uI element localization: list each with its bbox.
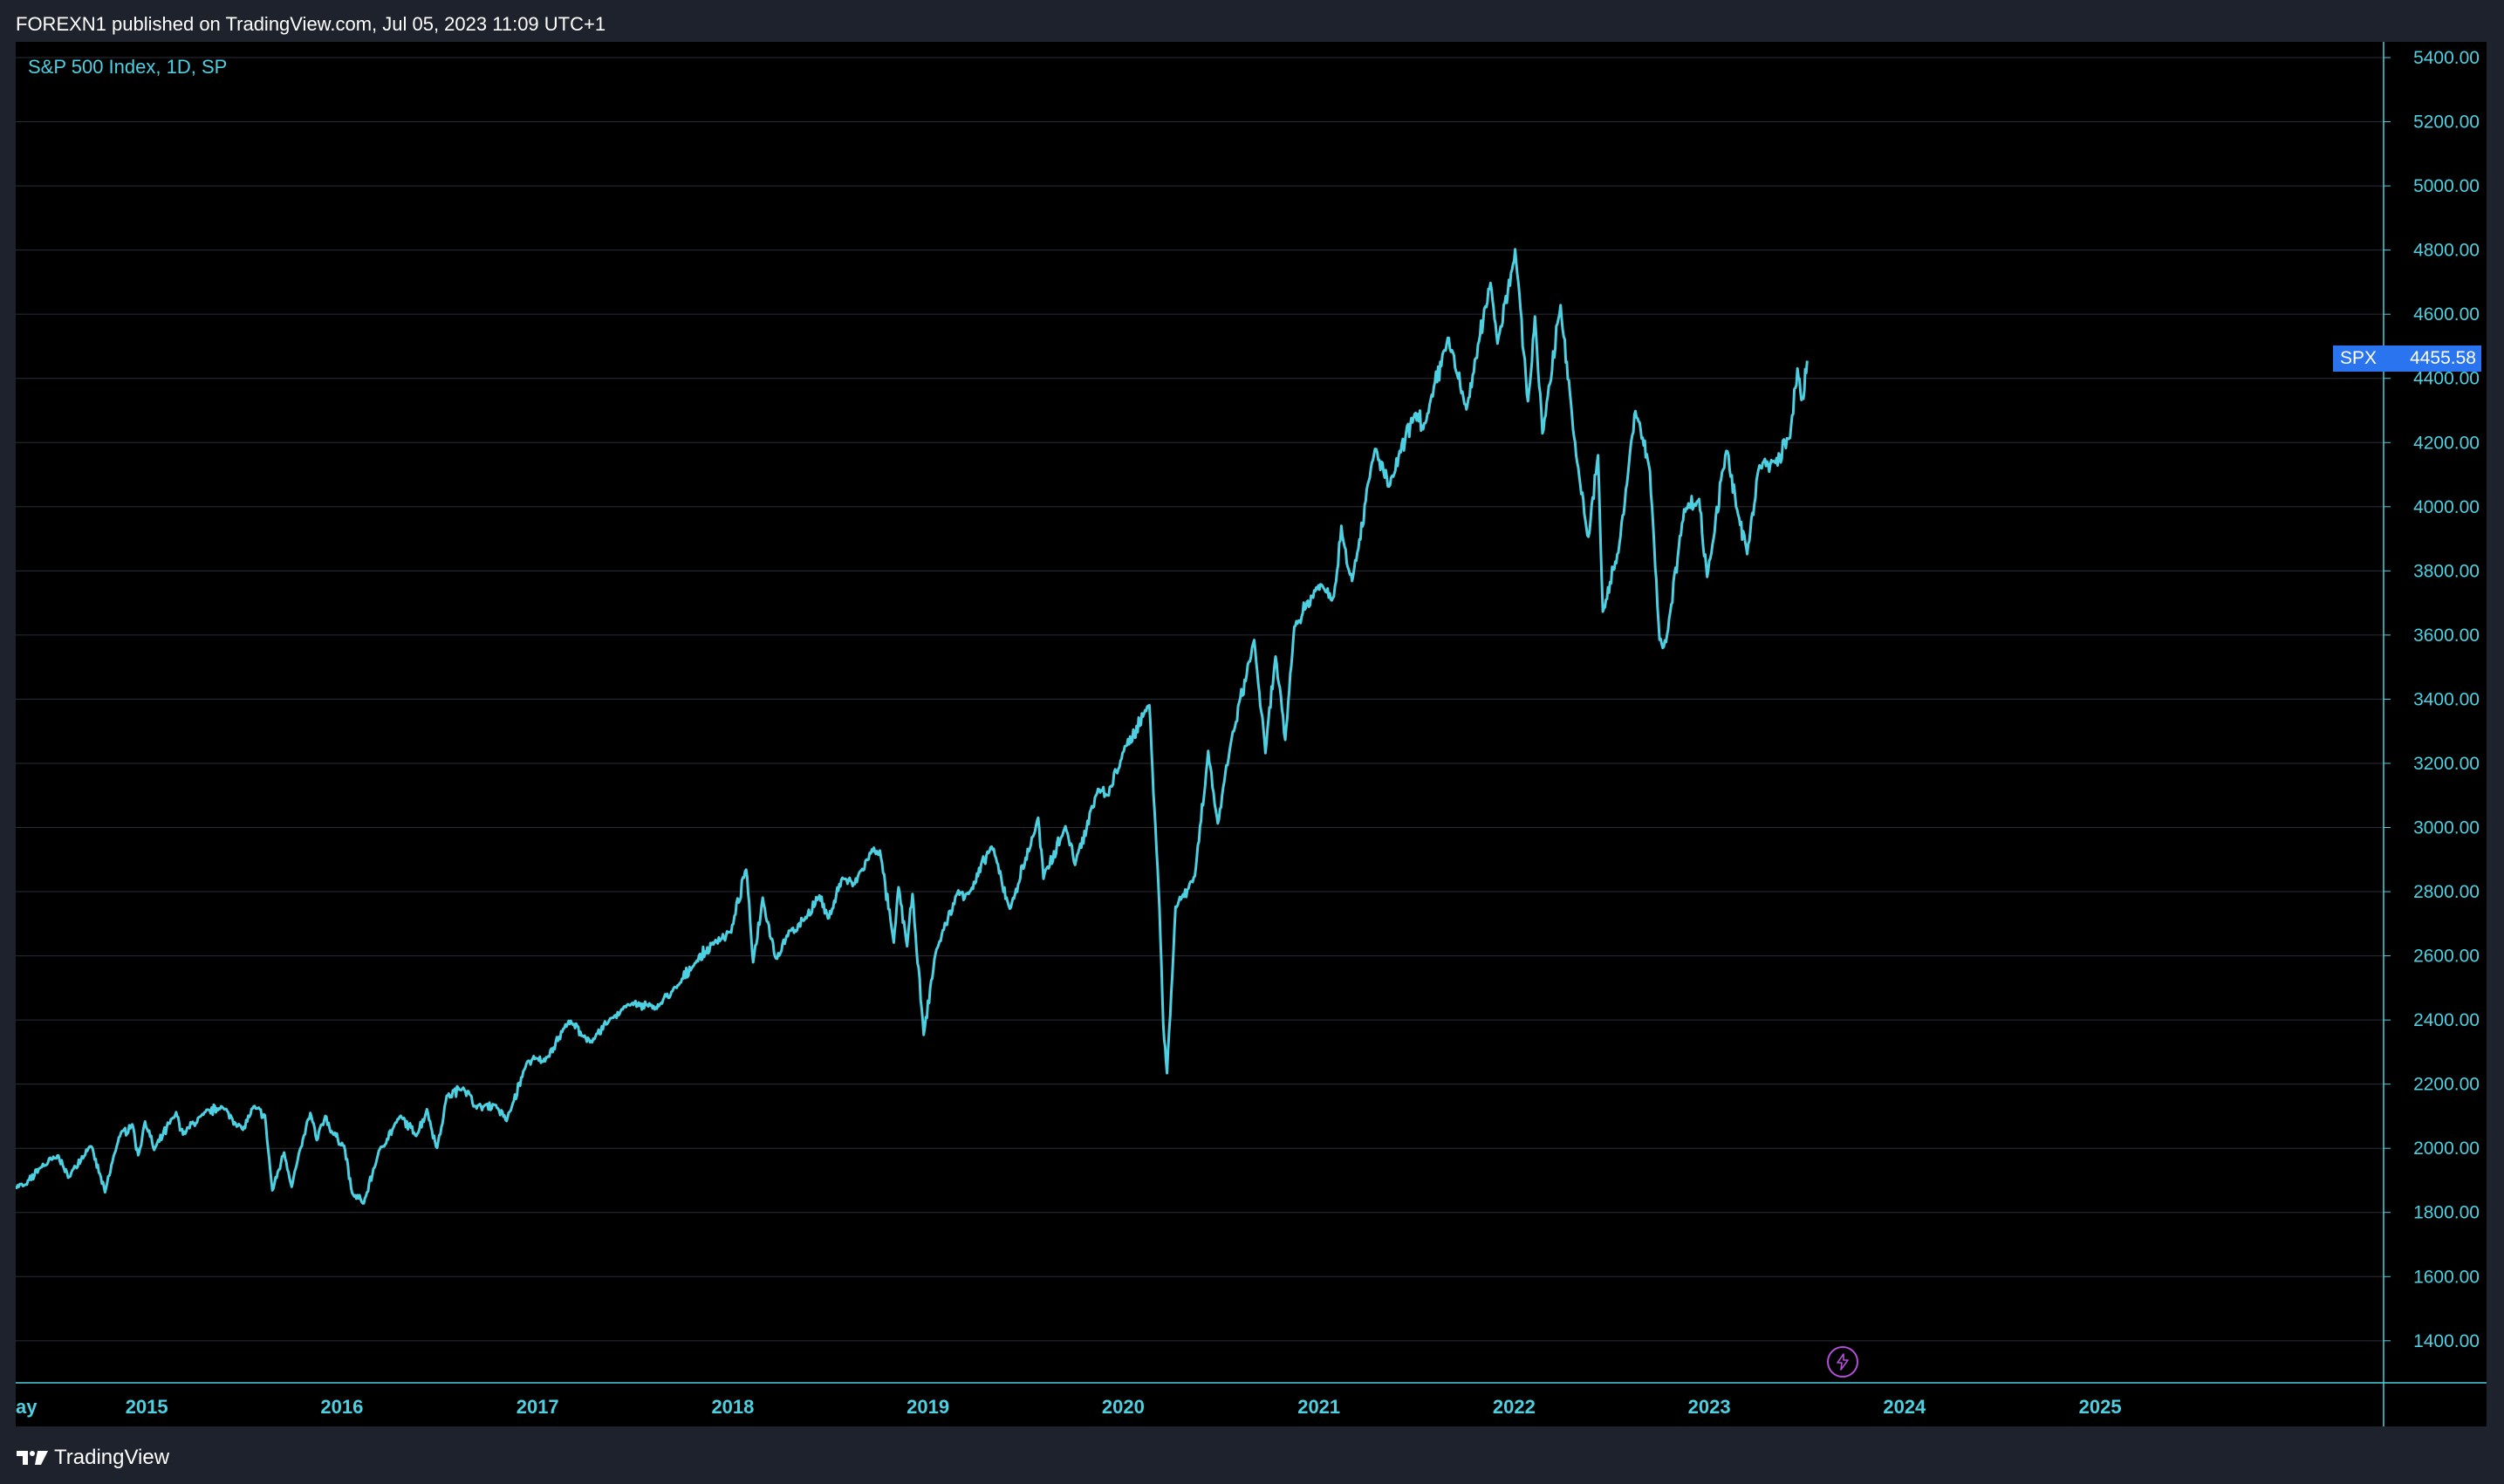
y-tick-label-1: 1600.00 <box>2413 1267 2480 1287</box>
price-chart[interactable]: 1400.00 1600.00 1800.00 2000.00 2200.00 2400.… <box>16 42 2487 1426</box>
price-axis: 1400.00 1600.00 1800.00 2000.00 2200.00 2400.… <box>2383 42 2480 1426</box>
x-tick-label-7: 2021 <box>1297 1396 1340 1418</box>
y-tick-label-13: 4000.00 <box>2413 497 2480 517</box>
x-tick-label-10: 2024 <box>1883 1396 1926 1418</box>
y-tick-label-12: 3800.00 <box>2413 561 2480 581</box>
chart-area[interactable]: 1400.00 1600.00 1800.00 2000.00 2200.00 2400.… <box>16 42 2487 1426</box>
y-tick-label-6: 2600.00 <box>2413 947 2480 967</box>
x-tick-label-8: 2022 <box>1493 1396 1536 1418</box>
y-tick-label-11: 3600.00 <box>2413 626 2480 646</box>
y-tick-label-14: 4200.00 <box>2413 433 2480 453</box>
price-tag-symbol: SPX <box>2340 348 2377 368</box>
y-tick-label-19: 5200.00 <box>2413 113 2480 133</box>
tradingview-logo[interactable]: TradingView <box>16 1445 169 1471</box>
time-axis: ay 2015 2016 2017 2018 2019 2020 2021 2022 2023 20… <box>16 1382 2487 1418</box>
x-tick-label-3: 2017 <box>517 1396 559 1418</box>
y-tick-label-9: 3200.00 <box>2413 754 2480 774</box>
chart-legend-title: S&P 500 Index, 1D, SP <box>28 56 228 78</box>
y-tick-label-17: 4800.00 <box>2413 241 2480 261</box>
price-series <box>16 248 1809 1205</box>
x-tick-label-9: 2023 <box>1688 1396 1731 1418</box>
price-tag-value: 4455.58 <box>2410 348 2476 368</box>
y-tick-label-15: 4400.00 <box>2413 369 2480 389</box>
y-tick-label-18: 5000.00 <box>2413 176 2480 196</box>
x-tick-label-6: 2020 <box>1102 1396 1145 1418</box>
x-tick-label-11: 2025 <box>2079 1396 2122 1418</box>
x-tick-label-5: 2019 <box>907 1396 949 1418</box>
y-tick-label-10: 3400.00 <box>2413 689 2480 709</box>
y-tick-label-5: 2400.00 <box>2413 1010 2480 1030</box>
y-tick-label-8: 3000.00 <box>2413 818 2480 838</box>
grid-lines <box>16 57 2384 1342</box>
tradingview-logo-icon <box>17 1451 48 1465</box>
series-line-0 <box>16 248 1809 1205</box>
y-tick-label-3: 2000.00 <box>2413 1139 2480 1159</box>
y-tick-label-0: 1400.00 <box>2413 1331 2480 1351</box>
y-tick-label-7: 2800.00 <box>2413 882 2480 902</box>
y-tick-label-16: 4600.00 <box>2413 304 2480 325</box>
tradingview-logo-text: TradingView <box>54 1446 170 1469</box>
x-tick-label-2: 2016 <box>320 1396 363 1418</box>
x-tick-label-4: 2018 <box>711 1396 754 1418</box>
y-tick-label-20: 5400.00 <box>2413 48 2480 68</box>
x-tick-label-1: 2015 <box>126 1396 168 1418</box>
x-tick-label-0: ay <box>16 1396 38 1418</box>
published-text: FOREXN1 published on TradingView.com, Ju… <box>16 13 606 35</box>
y-tick-label-2: 1800.00 <box>2413 1203 2480 1223</box>
last-price-tag: SPX 4455.58 <box>2333 345 2481 372</box>
lightning-bolt-icon[interactable] <box>1827 1346 1858 1378</box>
y-tick-label-4: 2200.00 <box>2413 1075 2480 1095</box>
footer-bar: TradingView <box>0 1431 2504 1484</box>
